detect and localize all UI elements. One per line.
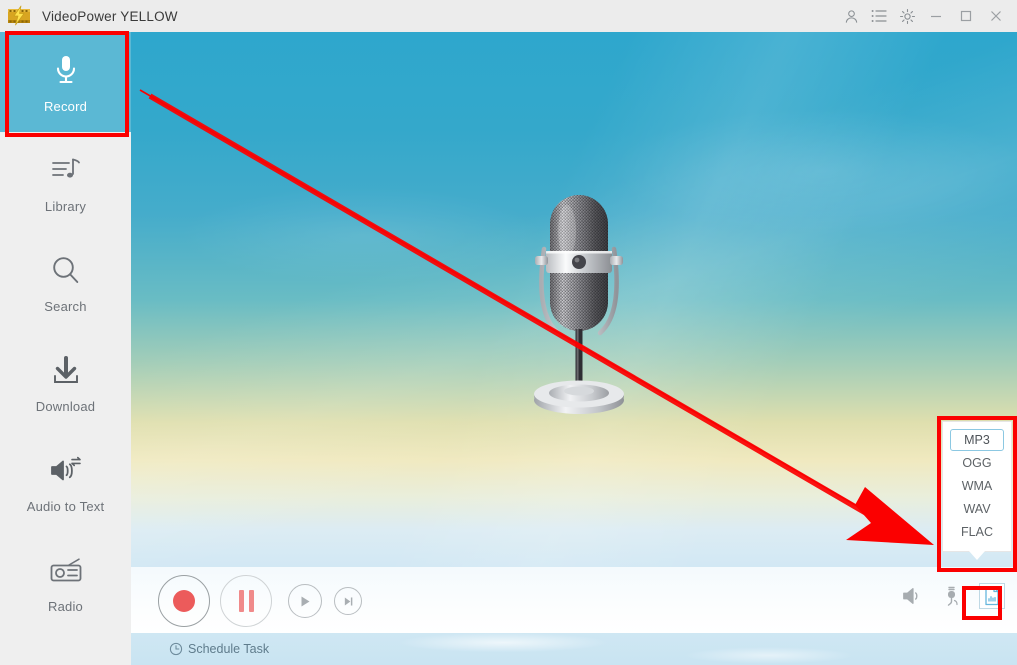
format-option-wma[interactable]: WMA [950, 475, 1004, 497]
window-title: VideoPower YELLOW [42, 8, 178, 24]
videopower-window: VideoPower YELLOW Record Library Search … [0, 0, 1017, 665]
transport-controls [158, 575, 362, 627]
sidebar-item-radio[interactable]: Radio [0, 532, 131, 632]
studio-microphone-artwork [524, 187, 634, 432]
next-track-button[interactable] [334, 587, 362, 615]
window-controls [837, 0, 1017, 32]
format-toggle-button[interactable] [979, 583, 1005, 609]
sidebar-item-label: Search [44, 299, 87, 314]
sidebar-nav: Record Library Search Download Audio to … [0, 32, 131, 665]
minimize-icon[interactable] [921, 0, 951, 32]
maximize-icon[interactable] [951, 0, 981, 32]
audio-to-text-icon [47, 450, 85, 492]
sidebar-item-label: Record [43, 99, 88, 114]
popup-tail [969, 551, 985, 560]
main-content: Schedule Task [131, 32, 1017, 665]
sidebar-item-download[interactable]: Download [0, 332, 131, 432]
format-option-flac[interactable]: FLAC [950, 521, 1004, 543]
library-music-icon [49, 150, 83, 192]
next-track-icon [344, 596, 352, 606]
close-icon[interactable] [981, 0, 1011, 32]
title-bar: VideoPower YELLOW [0, 0, 1017, 32]
radio-icon [48, 550, 84, 592]
videopower-logo-icon [6, 5, 32, 27]
pause-icon [238, 590, 254, 612]
format-option-wav[interactable]: WAV [950, 498, 1004, 520]
microphone-plug-icon[interactable] [939, 583, 965, 609]
list-icon[interactable] [865, 0, 893, 32]
record-button[interactable] [158, 575, 210, 627]
microphone-icon [51, 50, 81, 92]
sidebar-item-label: Radio [48, 599, 83, 614]
format-options-popup: MP3 OGG WMA WAV FLAC [942, 421, 1012, 560]
clock-icon [169, 642, 183, 656]
magnifier-icon [49, 250, 83, 292]
pause-button[interactable] [220, 575, 272, 627]
sidebar-item-library[interactable]: Library [0, 132, 131, 232]
user-icon[interactable] [837, 0, 865, 32]
schedule-task-button[interactable]: Schedule Task [169, 642, 269, 656]
gear-icon[interactable] [893, 0, 921, 32]
download-icon [49, 350, 83, 392]
playback-control-bar [131, 567, 1017, 633]
sidebar-item-label: Audio to Text [26, 499, 105, 514]
audio-source-controls [899, 583, 1005, 609]
sidebar-item-record[interactable]: Record [0, 32, 131, 132]
schedule-task-label: Schedule Task [188, 642, 270, 656]
play-icon [301, 596, 310, 606]
record-dot-icon [173, 590, 195, 612]
play-button[interactable] [288, 584, 322, 618]
schedule-bar: Schedule Task [131, 633, 1017, 665]
format-option-mp3[interactable]: MP3 [950, 429, 1004, 451]
sidebar-item-search[interactable]: Search [0, 232, 131, 332]
speaker-icon[interactable] [899, 583, 925, 609]
sidebar-item-label: Library [44, 199, 87, 214]
sidebar-item-label: Download [35, 399, 96, 414]
format-option-ogg[interactable]: OGG [950, 452, 1004, 474]
sidebar-item-audio-to-text[interactable]: Audio to Text [0, 432, 131, 532]
